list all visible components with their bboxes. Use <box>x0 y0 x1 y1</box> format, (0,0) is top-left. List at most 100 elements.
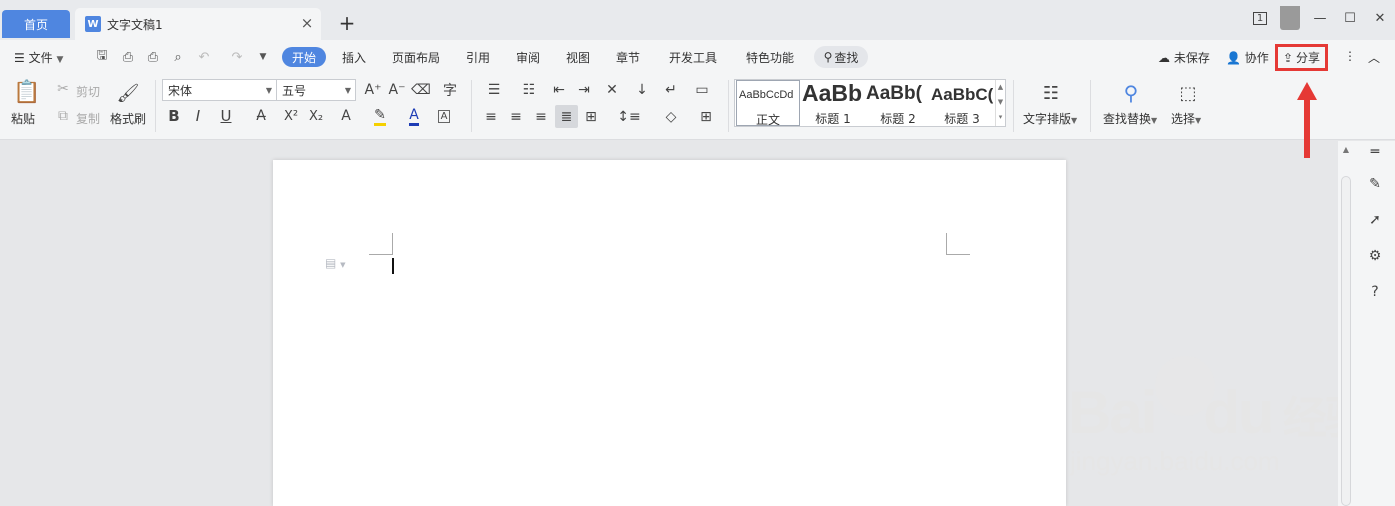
paste-icon[interactable]: 📋 <box>13 78 40 106</box>
user-icon: 👤 <box>1226 51 1241 65</box>
superscript-icon[interactable]: X² <box>282 106 300 126</box>
format-painter-button[interactable]: 格式刷 <box>110 110 146 127</box>
bullet-list-icon[interactable]: ☰ <box>481 81 507 99</box>
minimize-button[interactable]: — <box>1305 6 1335 30</box>
font-name-select[interactable]: 宋体 ▼ <box>162 79 277 101</box>
scroll-up-icon[interactable]: ▲ <box>1341 145 1351 157</box>
redo-icon[interactable]: ↷ <box>229 49 245 65</box>
unsaved-status[interactable]: ☁ 未保存 <box>1158 49 1210 66</box>
menu-bar: ☰ 文件 ▼ 🖫 ⎙ ⎙ ⌕ ↶ ↷ ▼ 开始 插入 页面布局 引用 审阅 视图… <box>0 40 1395 74</box>
clear-format-icon[interactable]: ⌫ <box>411 81 431 99</box>
save-icon[interactable]: 🖫 <box>94 48 110 65</box>
tab-chapter[interactable]: 章节 <box>616 49 640 66</box>
font-size-select[interactable]: 五号 ▼ <box>276 79 356 101</box>
writer-doc-icon: W <box>85 16 101 32</box>
align-right-icon[interactable]: ≡ <box>532 108 550 126</box>
shading-icon[interactable]: ◇ <box>658 108 684 126</box>
convert-icon[interactable]: ⎙ <box>120 49 136 65</box>
paragraph-handle-icon[interactable]: ▤ ▼ <box>325 256 355 272</box>
text-effects-icon[interactable]: A <box>334 106 358 126</box>
print-preview-icon[interactable]: ⌕ <box>170 49 186 65</box>
group-divider <box>471 80 472 132</box>
shrink-font-icon[interactable]: A⁻ <box>388 81 406 99</box>
collapse-ribbon-icon[interactable]: ︿ <box>1368 49 1380 66</box>
annotation-arrow <box>1297 82 1317 158</box>
tab-review[interactable]: 审阅 <box>516 49 540 66</box>
close-window-button[interactable]: ✕ <box>1365 6 1395 30</box>
align-center-icon[interactable]: ≡ <box>507 108 525 126</box>
style-heading-2[interactable]: AaBb( 标题 2 <box>866 80 930 126</box>
edit-icon[interactable]: ✎ <box>1366 175 1384 193</box>
underline-icon[interactable]: U <box>214 106 238 126</box>
select-icon[interactable]: ⬚ <box>1175 80 1201 106</box>
tab-start[interactable]: 开始 <box>282 47 326 67</box>
close-tab-icon[interactable]: × <box>299 14 315 32</box>
copy-button[interactable]: 复制 <box>76 110 100 127</box>
print-icon[interactable]: ⎙ <box>145 49 161 65</box>
window-count-badge[interactable]: 1 <box>1245 6 1275 30</box>
style-heading-1[interactable]: AaBb 标题 1 <box>802 80 864 126</box>
style-normal[interactable]: AaBbCcDd 正文 <box>736 80 800 127</box>
bold-icon[interactable]: B <box>166 106 182 126</box>
style-heading-3[interactable]: AaBbC( 标题 3 <box>931 80 993 126</box>
share-button[interactable]: ⇪ 分享 <box>1275 44 1328 71</box>
tab-insert[interactable]: 插入 <box>342 49 366 66</box>
more-options-icon[interactable]: ⋮ <box>1344 49 1356 63</box>
file-menu[interactable]: ☰ 文件 ▼ <box>14 49 63 66</box>
borders-icon[interactable]: ⊞ <box>693 108 719 126</box>
tab-home[interactable]: 首页 <box>2 10 70 38</box>
italic-icon[interactable]: I <box>190 106 206 126</box>
subscript-icon[interactable]: X₂ <box>307 106 325 126</box>
paste-button[interactable]: 粘贴 <box>11 110 35 127</box>
show-marks-icon[interactable]: ↵ <box>658 81 684 99</box>
copy-icon[interactable]: ⧉ <box>56 108 70 124</box>
find-replace-icon[interactable]: ⚲ <box>1118 80 1144 106</box>
tab-view[interactable]: 视图 <box>566 49 590 66</box>
undo-icon[interactable]: ↶ <box>196 49 212 65</box>
document-page[interactable]: ▤ ▼ <box>273 160 1066 506</box>
tab-references[interactable]: 引用 <box>466 49 490 66</box>
pointer-icon[interactable]: ➚ <box>1366 211 1384 229</box>
collapse-icon[interactable]: ═ <box>1366 143 1384 161</box>
chevron-down-icon: ▼ <box>344 85 351 95</box>
grow-font-icon[interactable]: A⁺ <box>364 81 382 99</box>
search-button[interactable]: ⚲ 查找 <box>814 46 868 68</box>
distributed-icon[interactable]: ⊞ <box>582 108 600 126</box>
select-button[interactable]: 选择▼ <box>1171 110 1201 127</box>
format-painter-icon[interactable]: 🖌 <box>117 80 140 106</box>
style-name: 标题 1 <box>815 112 851 126</box>
tab-page-layout[interactable]: 页面布局 <box>392 49 440 66</box>
customize-toolbar-icon[interactable]: ▼ <box>255 49 271 65</box>
tab-developer[interactable]: 开发工具 <box>669 49 717 66</box>
cut-icon[interactable]: ✂ <box>56 81 70 97</box>
maximize-button[interactable]: ☐ <box>1335 6 1365 30</box>
styles-scroll[interactable]: ▲ ▼ ▾ <box>995 80 1005 126</box>
font-color-icon[interactable]: A <box>401 106 427 126</box>
justify-icon[interactable]: ≣ <box>555 105 578 128</box>
strikethrough-icon[interactable]: A̶ <box>249 106 273 126</box>
cut-button[interactable]: 剪切 <box>76 83 100 100</box>
table-icon[interactable]: ▭ <box>693 81 711 99</box>
highlight-icon[interactable]: ✎ <box>366 106 394 126</box>
help-icon[interactable]: ? <box>1366 283 1384 301</box>
group-divider <box>1013 80 1014 132</box>
text-layout-icon[interactable]: ☷ <box>1038 80 1064 106</box>
tab-document[interactable]: W 文字文稿1 × <box>75 8 321 40</box>
find-replace-button[interactable]: 查找替换▼ <box>1103 110 1157 127</box>
settings-icon[interactable]: ⚙ <box>1366 247 1384 265</box>
sort-icon[interactable]: ↓ <box>633 81 651 99</box>
align-left-icon[interactable]: ≡ <box>482 108 500 126</box>
tab-special-features[interactable]: 特色功能 <box>746 49 794 66</box>
decrease-indent-icon[interactable]: ⇤ <box>550 81 568 99</box>
vertical-scrollbar[interactable] <box>1341 176 1351 506</box>
char-border-icon[interactable]: A <box>435 106 453 126</box>
text-layout-button[interactable]: 文字排版▼ <box>1023 110 1077 127</box>
numbered-list-icon[interactable]: ☷ <box>516 81 542 99</box>
line-spacing-icon[interactable]: ↕≡ <box>616 108 642 126</box>
chinese-layout-icon[interactable]: ✕ <box>599 81 625 99</box>
pinyin-guide-icon[interactable]: 字 <box>437 81 463 99</box>
collaborate-button[interactable]: 👤 协作 <box>1226 49 1269 66</box>
add-tab-button[interactable]: + <box>336 11 358 35</box>
avatar[interactable] <box>1275 6 1305 30</box>
increase-indent-icon[interactable]: ⇥ <box>575 81 593 99</box>
